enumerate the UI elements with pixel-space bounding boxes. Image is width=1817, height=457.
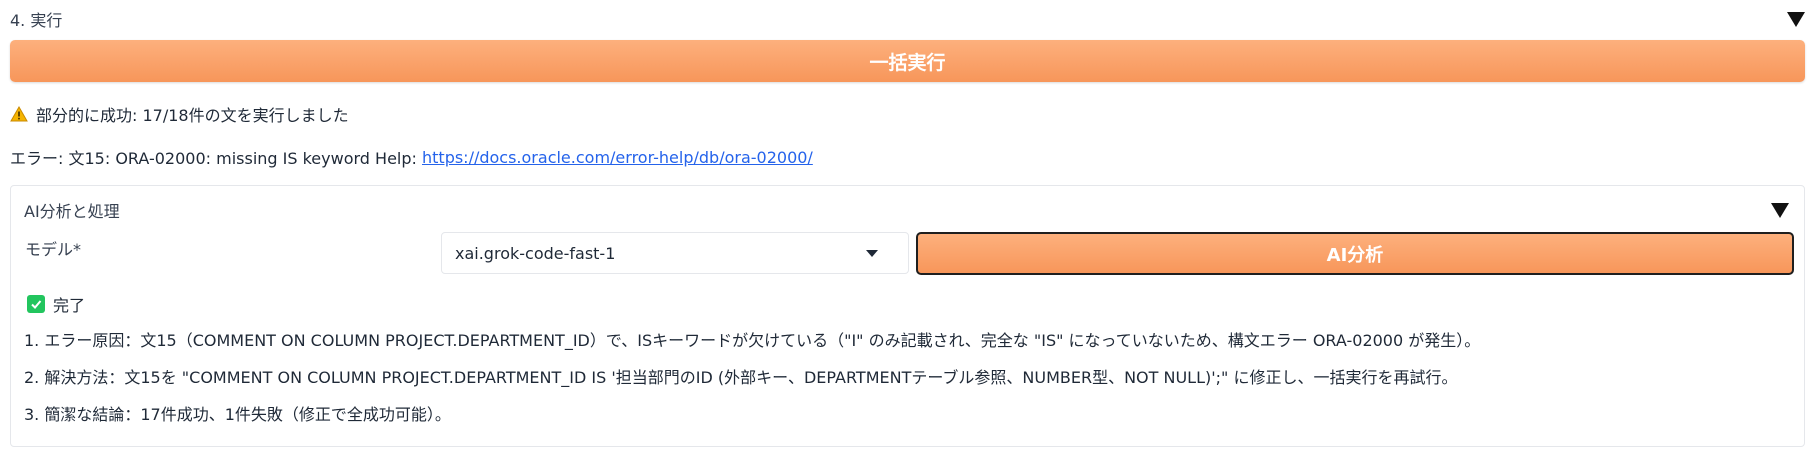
warning-icon [10,106,28,122]
status-text: 部分的に成功: 17/18件の文を実行しました [36,106,349,125]
check-icon [27,295,45,313]
run-all-button-label: 一括実行 [869,51,946,74]
section-header[interactable]: 4. 実行 [10,6,1807,32]
collapse-triangle-icon[interactable] [1771,202,1789,218]
ai-analyze-button-label: AI分析 [1326,244,1384,266]
model-select-value: xai.grok-code-fast-1 [455,243,616,263]
analysis-results: 1. エラー原因：文15（COMMENT ON COLUMN PROJECT.D… [24,329,1794,440]
run-all-button[interactable]: 一括実行 [10,40,1805,82]
chevron-down-icon [866,249,878,257]
status-message: 部分的に成功: 17/18件の文を実行しました [10,102,349,126]
collapse-triangle-icon[interactable] [1787,11,1805,27]
model-select[interactable]: xai.grok-code-fast-1 [441,232,909,274]
ai-analyze-button[interactable]: AI分析 [916,232,1794,275]
analysis-item: 3. 簡潔な結論：17件成功、1件失敗（修正で全成功可能）。 [24,405,451,424]
error-message: エラー: 文15: ORA-02000: missing IS keyword … [10,145,813,169]
error-text: エラー: 文15: ORA-02000: missing IS keyword … [10,149,422,168]
error-help-link[interactable]: https://docs.oracle.com/error-help/db/or… [422,148,813,167]
section-title: 4. 実行 [10,11,63,30]
done-status: 完了 [27,292,85,316]
analysis-item: 2. 解決方法：文15を "COMMENT ON COLUMN PROJECT.… [24,368,1458,387]
ai-panel-header[interactable]: AI分析と処理 [24,198,1791,222]
done-text: 完了 [53,296,86,315]
analysis-item: 1. エラー原因：文15（COMMENT ON COLUMN PROJECT.D… [24,331,1481,350]
model-label: モデル* [25,240,82,259]
ai-panel-title: AI分析と処理 [24,202,120,221]
ai-analysis-panel: AI分析と処理 モデル* xai.grok-code-fast-1 AI分析 完… [10,185,1805,447]
